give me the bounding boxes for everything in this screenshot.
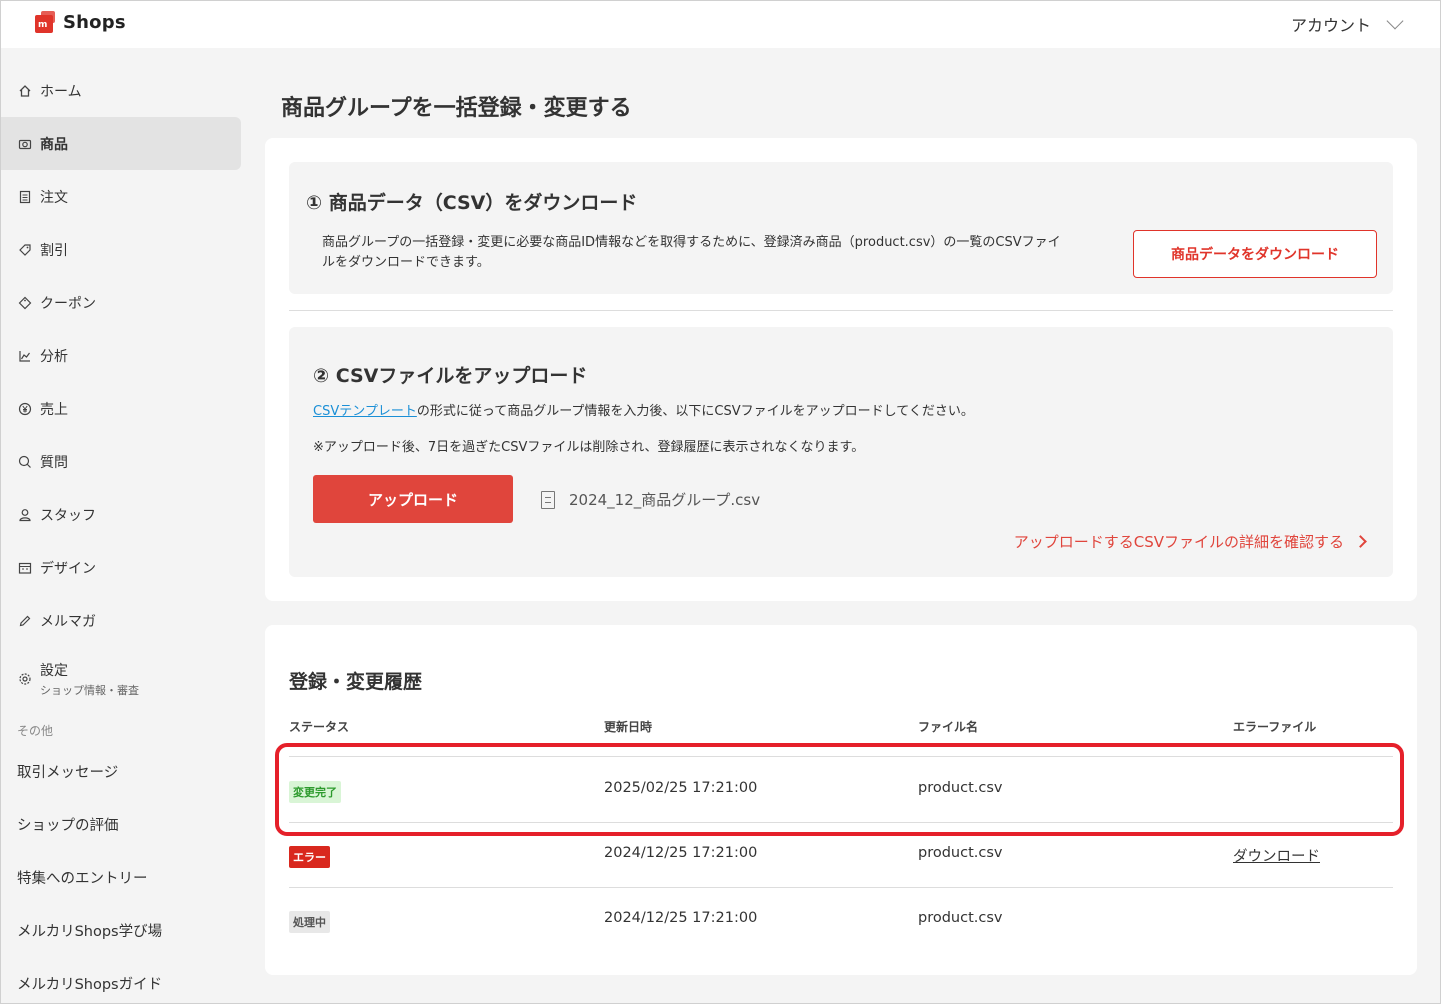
sidebar-item-settings[interactable]: 設定 ショップ情報・審査 [0, 647, 241, 711]
step1-title: ① 商品データ（CSV）をダウンロード [306, 192, 638, 214]
table-cell-filename: product.csv [918, 845, 1003, 861]
coupon-icon [17, 295, 32, 310]
sidebar-item-analytics[interactable]: 分析 [0, 329, 241, 382]
download-section: ① 商品データ（CSV）をダウンロード 商品グループの一括登録・変更に必要な商品… [289, 162, 1393, 294]
brand-name: Shops [63, 11, 126, 33]
account-menu[interactable]: アカウント [1290, 12, 1404, 36]
sidebar-item-learning[interactable]: メルカリShops学び場 [0, 904, 241, 957]
sidebar-item-label: クーポン [40, 295, 96, 312]
question-icon [17, 454, 32, 469]
sidebar-item-design[interactable]: デザイン [0, 541, 241, 594]
sidebar-item-coupon[interactable]: クーポン [0, 276, 241, 329]
step1-description: 商品グループの一括登録・変更に必要な商品ID情報などを取得するために、登録済み商… [322, 233, 1122, 273]
table-cell-filename: product.csv [918, 910, 1003, 926]
status-badge-processing: 処理中 [289, 911, 330, 933]
upload-section: ② CSVファイルをアップロード CSVテンプレートの形式に従って商品グループ情… [289, 327, 1393, 577]
chevron-down-icon [1386, 12, 1404, 30]
top-bar: m Shops アカウント [0, 0, 1441, 48]
sidebar: ホーム 商品 注文 割引 クーポン 分析 売上 質問 スタッフ デザイン メルマ… [0, 64, 241, 1004]
sidebar-item-label: 割引 [40, 242, 68, 259]
table-cell-filename: product.csv [918, 780, 1003, 796]
step2-desc-text: の形式に従って商品グループ情報を入力後、以下にCSVファイルをアップロードしてく… [416, 404, 974, 419]
pen-icon [17, 613, 32, 628]
row-divider [289, 822, 1393, 823]
status-badge-complete: 変更完了 [289, 781, 341, 803]
account-label: アカウント [1290, 16, 1371, 35]
download-product-data-button[interactable]: 商品データをダウンロード [1133, 230, 1377, 278]
table-cell-datetime: 2024/12/25 17:21:00 [604, 910, 758, 926]
history-card: 登録・変更履歴 ステータス 更新日時 ファイル名 エラーファイル 変更完了 20… [265, 625, 1417, 975]
sidebar-item-guide[interactable]: メルカリShopsガイド [0, 957, 241, 1004]
column-header-filename: ファイル名 [918, 720, 979, 734]
table-cell-datetime: 2025/02/25 17:21:00 [604, 780, 758, 796]
sidebar-item-discount[interactable]: 割引 [0, 223, 241, 276]
file-icon [541, 490, 555, 509]
sidebar-item-label: ホーム [40, 83, 82, 100]
column-header-error-file: エラーファイル [1233, 720, 1317, 734]
step1-desc-line2: ルをダウンロードできます。 [322, 255, 490, 270]
csv-template-link[interactable]: CSVテンプレート [313, 404, 417, 419]
document-icon [17, 189, 32, 204]
sidebar-item-staff[interactable]: スタッフ [0, 488, 241, 541]
step1-desc-line1: 商品グループの一括登録・変更に必要な商品ID情報などを取得するために、登録済み商… [322, 235, 1061, 250]
csv-detail-link-label: アップロードするCSVファイルの詳細を確認する [1013, 533, 1344, 551]
gear-icon [17, 672, 32, 687]
sidebar-item-feature-entry[interactable]: 特集へのエントリー [0, 851, 241, 904]
yen-icon [17, 401, 32, 416]
upload-button[interactable]: アップロード [313, 475, 513, 523]
step2-description: CSVテンプレートの形式に従って商品グループ情報を入力後、以下にCSVファイルを… [313, 402, 974, 422]
shops-logo[interactable]: m Shops [35, 11, 126, 33]
column-header-status: ステータス [289, 720, 350, 734]
table-cell-datetime: 2024/12/25 17:21:00 [604, 845, 758, 861]
camera-icon [17, 136, 32, 151]
chevron-right-icon [1354, 535, 1367, 548]
column-header-updated: 更新日時 [604, 720, 653, 734]
step2-title: ② CSVファイルをアップロード [313, 365, 588, 387]
page-title: 商品グループを一括登録・変更する [281, 96, 632, 121]
sidebar-item-label: 分析 [40, 348, 68, 365]
sidebar-item-newsletter[interactable]: メルマガ [0, 594, 241, 647]
csv-card: ① 商品データ（CSV）をダウンロード 商品グループの一括登録・変更に必要な商品… [265, 138, 1417, 601]
person-icon [17, 507, 32, 522]
sidebar-item-label: メルマガ [40, 613, 96, 630]
csv-detail-link[interactable]: アップロードするCSVファイルの詳細を確認する [1013, 531, 1367, 552]
selected-file-name: 2024_12_商品グループ.csv [569, 491, 761, 509]
sidebar-section-other: その他 [17, 723, 54, 738]
sidebar-item-shop-rating[interactable]: ショップの評価 [0, 798, 241, 851]
sidebar-item-orders[interactable]: 注文 [0, 170, 241, 223]
sidebar-item-label: 売上 [40, 401, 68, 418]
mercari-logo-icon: m [35, 11, 57, 33]
history-title: 登録・変更履歴 [289, 671, 423, 693]
row-divider [289, 887, 1393, 888]
sidebar-item-messages[interactable]: 取引メッセージ [0, 745, 241, 798]
sidebar-item-label: デザイン [40, 560, 96, 577]
row-divider [289, 756, 1393, 757]
sidebar-item-label: 商品 [40, 136, 68, 153]
sidebar-item-label: 注文 [40, 189, 68, 206]
step2-note: ※アップロード後、7日を過ぎたCSVファイルは削除され、登録履歴に表示されなくな… [313, 440, 865, 455]
sidebar-item-label: 質問 [40, 454, 68, 471]
sidebar-item-home[interactable]: ホーム [0, 64, 241, 117]
sidebar-item-products[interactable]: 商品 [0, 117, 241, 170]
sidebar-item-sublabel: ショップ情報・審査 [40, 684, 139, 697]
sidebar-item-sales[interactable]: 売上 [0, 382, 241, 435]
sidebar-item-label: 設定 [40, 663, 68, 679]
store-icon [17, 560, 32, 575]
status-badge-error: エラー [289, 846, 330, 868]
tag-icon [17, 242, 32, 257]
chart-icon [17, 348, 32, 363]
sidebar-item-questions[interactable]: 質問 [0, 435, 241, 488]
home-icon [17, 83, 32, 98]
selected-file: 2024_12_商品グループ.csv [541, 489, 760, 510]
error-file-download-link[interactable]: ダウンロード [1233, 845, 1320, 866]
sidebar-item-label: スタッフ [40, 507, 96, 524]
divider [289, 310, 1393, 311]
